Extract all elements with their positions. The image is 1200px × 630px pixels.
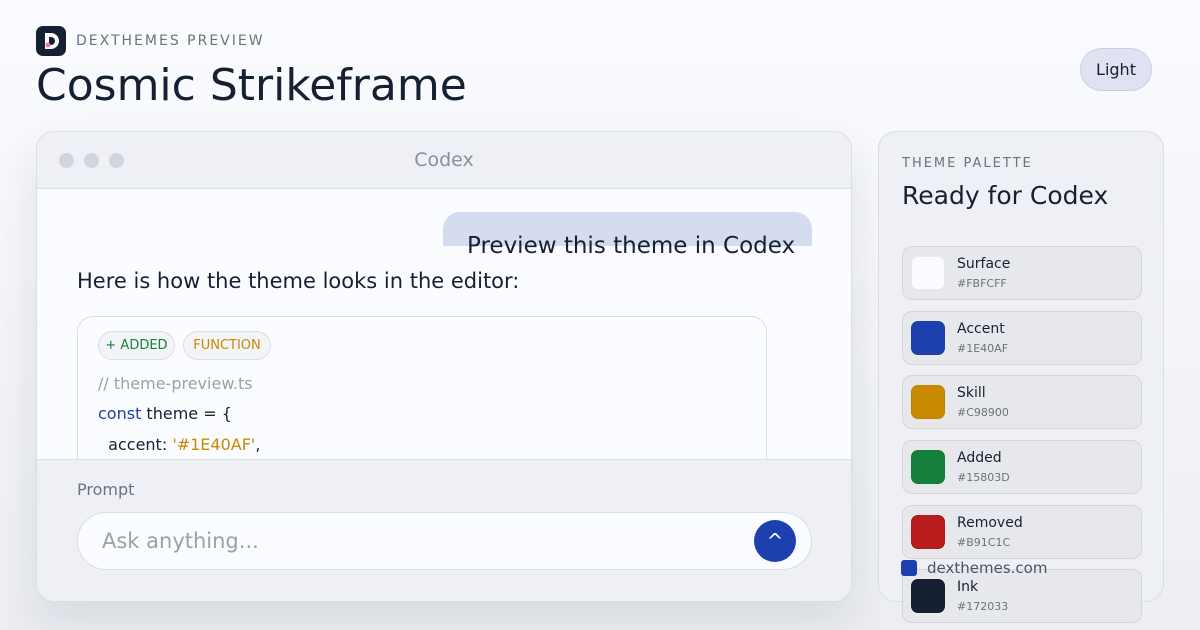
- user-message: Preview this theme in Codex: [467, 233, 796, 259]
- swatch-row: Ink #172033: [902, 569, 1142, 623]
- swatch-hex: #1E40AF: [957, 342, 1009, 355]
- window-title: Codex: [414, 149, 474, 171]
- code-keyword: const: [98, 404, 142, 423]
- color-swatch: [911, 385, 945, 419]
- swatch-hex: #15803D: [957, 471, 1010, 484]
- swatch-name: Ink: [957, 579, 979, 595]
- swatch-row: Added #15803D: [902, 440, 1142, 494]
- color-swatch: [911, 256, 945, 290]
- mode-toggle-button[interactable]: Light: [1080, 48, 1152, 91]
- code-trailing: ,: [255, 435, 261, 454]
- code-property: accent:: [98, 435, 173, 454]
- palette-eyebrow: THEME PALETTE: [902, 156, 1033, 171]
- prompt-placeholder: Ask anything...: [102, 529, 259, 553]
- swatch-row: Removed #B91C1C: [902, 505, 1142, 559]
- prompt-input[interactable]: Ask anything... ^: [77, 512, 812, 570]
- code-string: '#1E40AF': [172, 435, 256, 454]
- color-swatch: [911, 515, 945, 549]
- palette-title: Ready for Codex: [902, 181, 1109, 210]
- composer: Prompt Ask anything... ^: [37, 459, 851, 601]
- site-link[interactable]: dexthemes.com: [901, 559, 1047, 577]
- swatch-hex: #C98900: [957, 406, 1009, 419]
- swatch-name: Removed: [957, 515, 1023, 531]
- site-dot-icon: [901, 560, 917, 576]
- swatch-row: Skill #C98900: [902, 375, 1142, 429]
- swatch-hex: #FBFCFF: [957, 277, 1007, 290]
- theme-palette-panel: THEME PALETTE Ready for Codex Surface #F…: [878, 131, 1164, 623]
- codex-window: Codex Preview this theme in Codex Here i…: [36, 131, 852, 602]
- page-title: Cosmic Strikeframe: [36, 60, 467, 111]
- swatch-name: Skill: [957, 385, 986, 401]
- prompt-label: Prompt: [77, 480, 135, 499]
- site-label: dexthemes.com: [927, 559, 1048, 577]
- color-swatch: [911, 321, 945, 355]
- code-comment-line: // theme-preview.ts: [98, 374, 253, 393]
- dexthemes-logo-icon: [36, 26, 66, 56]
- added-chip: + ADDED: [98, 331, 175, 360]
- swatch-name: Added: [957, 450, 1002, 466]
- swatch-row: Accent #1E40AF: [902, 311, 1142, 365]
- code-block: + ADDED FUNCTION // theme-preview.ts con…: [77, 316, 767, 476]
- send-arrow-icon: ^: [766, 529, 784, 553]
- swatch-name: Accent: [957, 321, 1005, 337]
- code-property-line: accent: '#1E40AF',: [98, 435, 260, 454]
- code-declaration-line: const theme = {: [98, 404, 232, 423]
- swatch-hex: #172033: [957, 600, 1009, 613]
- brand-label: DEXTHEMES PREVIEW: [76, 33, 265, 49]
- swatch-row: Surface #FBFCFF: [902, 246, 1142, 300]
- function-chip: FUNCTION: [183, 331, 271, 360]
- brand: DEXTHEMES PREVIEW: [36, 26, 265, 56]
- window-titlebar: Codex: [37, 132, 851, 189]
- swatch-name: Surface: [957, 256, 1011, 272]
- assistant-message: Here is how the theme looks in the edito…: [77, 269, 520, 293]
- color-swatch: [911, 450, 945, 484]
- send-button[interactable]: ^: [754, 520, 796, 562]
- code-declaration: theme = {: [141, 404, 232, 423]
- swatch-hex: #B91C1C: [957, 536, 1011, 549]
- color-swatch: [911, 579, 945, 613]
